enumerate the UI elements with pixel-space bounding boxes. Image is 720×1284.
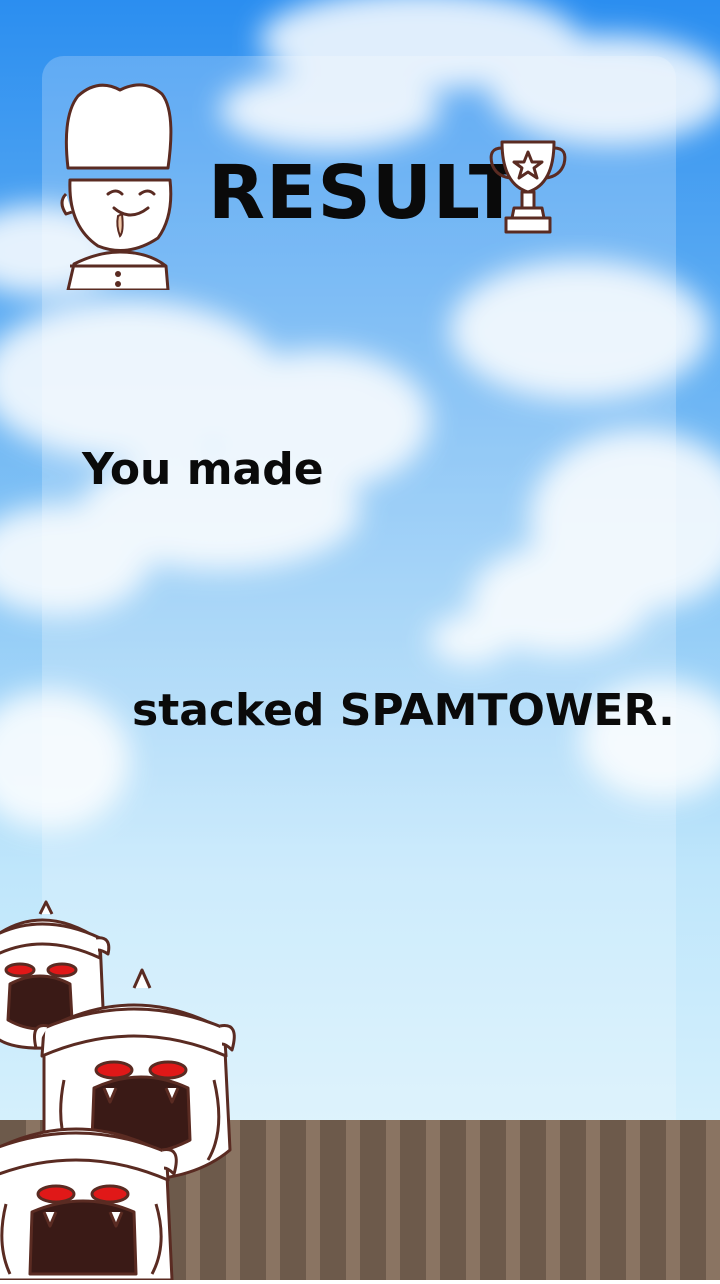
result-line-1: You made [82,444,324,495]
trophy-icon [488,134,568,242]
result-line-2: stacked SPAMTOWER. [132,685,675,736]
chef-mascot-icon [58,76,180,294]
helmet-monster-icon [0,880,250,1284]
result-title: RESULT [208,150,521,236]
